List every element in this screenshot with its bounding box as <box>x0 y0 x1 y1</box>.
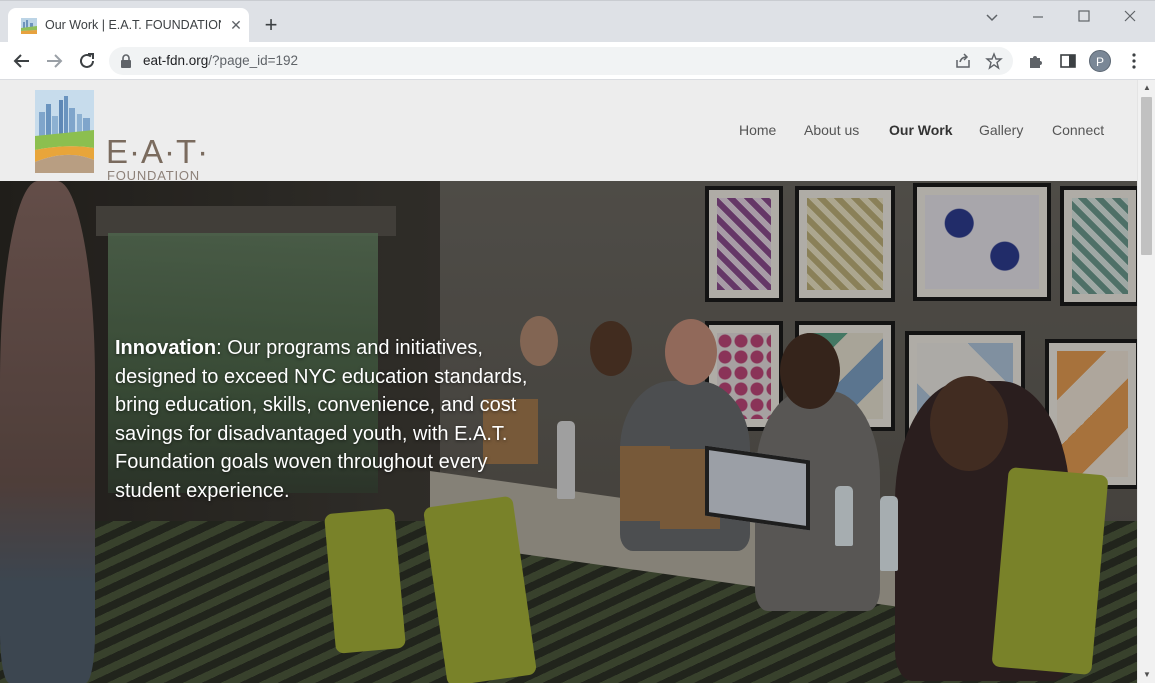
back-icon[interactable] <box>11 50 33 72</box>
bookmark-star-icon[interactable] <box>985 52 1003 70</box>
tab-close-icon[interactable]: ✕ <box>228 17 244 33</box>
new-tab-icon[interactable]: + <box>259 14 283 38</box>
logo-mark-icon <box>35 90 94 173</box>
address-bar[interactable]: eat-fdn.org/?page_id=192 <box>109 47 1013 75</box>
logo-subtitle: FOUNDATION <box>107 168 200 183</box>
page-scrollbar[interactable]: ▲ ▼ <box>1137 80 1155 683</box>
nav-gallery[interactable]: Gallery <box>979 122 1023 138</box>
maximize-icon[interactable] <box>1073 7 1095 27</box>
favicon-icon <box>21 18 37 34</box>
nav-about-us[interactable]: About us <box>804 122 859 138</box>
scroll-down-icon[interactable]: ▼ <box>1142 670 1152 680</box>
share-icon[interactable] <box>954 52 972 70</box>
tab-search-icon[interactable] <box>981 7 1003 27</box>
lock-icon[interactable] <box>120 54 132 68</box>
hero-bold-label: Innovation <box>115 337 217 359</box>
reload-icon[interactable] <box>76 50 98 72</box>
scrollbar-thumb[interactable] <box>1141 97 1152 255</box>
side-panel-icon[interactable] <box>1058 51 1078 71</box>
nav-connect[interactable]: Connect <box>1052 122 1104 138</box>
url-path: /?page_id=192 <box>208 53 299 68</box>
hero-text: Innovation: Our programs and initiatives… <box>115 334 545 506</box>
profile-avatar[interactable]: P <box>1089 50 1111 72</box>
extensions-icon[interactable] <box>1026 51 1046 71</box>
logo-wordmark: E·A·T· <box>106 133 210 170</box>
close-window-icon[interactable] <box>1119 7 1141 27</box>
site-logo[interactable]: E·A·T· FOUNDATION <box>35 90 208 183</box>
site-header: E·A·T· FOUNDATION Home About us Our Work… <box>0 80 1137 183</box>
tab-title: Our Work | E.A.T. FOUNDATION <box>45 18 221 32</box>
minimize-icon[interactable] <box>1027 7 1049 27</box>
more-menu-icon[interactable] <box>1124 51 1144 71</box>
scroll-up-icon[interactable]: ▲ <box>1142 83 1152 93</box>
url-host: eat-fdn.org <box>143 53 209 68</box>
hero-body: : Our programs and initiatives, designed… <box>115 337 528 502</box>
browser-tab[interactable]: Our Work | E.A.T. FOUNDATION ✕ <box>8 8 249 43</box>
forward-icon[interactable] <box>43 50 65 72</box>
nav-our-work[interactable]: Our Work <box>889 122 953 138</box>
page-viewport: Innovation: Our programs and initiatives… <box>0 80 1155 683</box>
browser-toolbar: eat-fdn.org/?page_id=192 P <box>0 42 1155 80</box>
hero-banner: Innovation: Our programs and initiatives… <box>0 181 1137 683</box>
tab-strip: Our Work | E.A.T. FOUNDATION ✕ + <box>0 0 1155 43</box>
url-text[interactable]: eat-fdn.org/?page_id=192 <box>143 53 298 68</box>
nav-home[interactable]: Home <box>739 122 776 138</box>
